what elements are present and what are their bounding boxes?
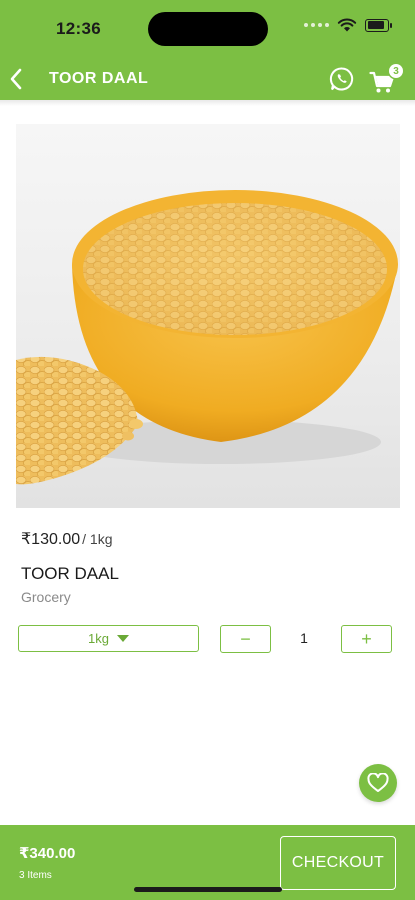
caret-down-icon: [116, 635, 129, 642]
variant-dropdown[interactable]: 1kg: [18, 625, 199, 652]
decrease-quantity-button[interactable]: −: [220, 625, 271, 653]
product-category: Grocery: [21, 589, 71, 605]
increase-quantity-button[interactable]: +: [341, 625, 392, 653]
cart-item-count: 3 Items: [19, 870, 52, 881]
checkout-button[interactable]: CHECKOUT: [280, 836, 396, 890]
product-unit: / 1kg: [82, 531, 113, 547]
status-time: 12:36: [56, 19, 101, 38]
product-image: [16, 124, 400, 508]
status-indicators: [304, 18, 392, 32]
heart-icon: [367, 773, 389, 792]
variant-selected: 1kg: [88, 631, 109, 646]
back-button[interactable]: [6, 66, 28, 92]
product-price: ₹130.00: [21, 531, 81, 548]
whatsapp-icon[interactable]: [329, 66, 355, 92]
cart-count-badge: 3: [389, 64, 403, 78]
wishlist-button[interactable]: [359, 764, 397, 802]
cart-button[interactable]: 3: [369, 64, 403, 94]
battery-icon: [365, 18, 392, 32]
cart-total: ₹340.00: [19, 845, 76, 862]
home-indicator: [134, 887, 282, 892]
product-name: TOOR DAAL: [21, 564, 119, 583]
price-row: ₹130.00 / 1kg: [21, 529, 112, 549]
cart-summary-bar: ₹340.00 3 Items CHECKOUT: [0, 825, 415, 900]
app-header: 12:36 TOOR DAAL 3: [0, 0, 415, 100]
header-shadow: [0, 100, 415, 106]
wifi-icon: [337, 18, 357, 32]
page-title: TOOR DAAL: [49, 70, 149, 87]
signal-icon: [304, 23, 329, 27]
dal-bowl-illustration: [16, 190, 398, 485]
quantity-value: 1: [300, 630, 308, 646]
dynamic-island: [148, 12, 268, 46]
